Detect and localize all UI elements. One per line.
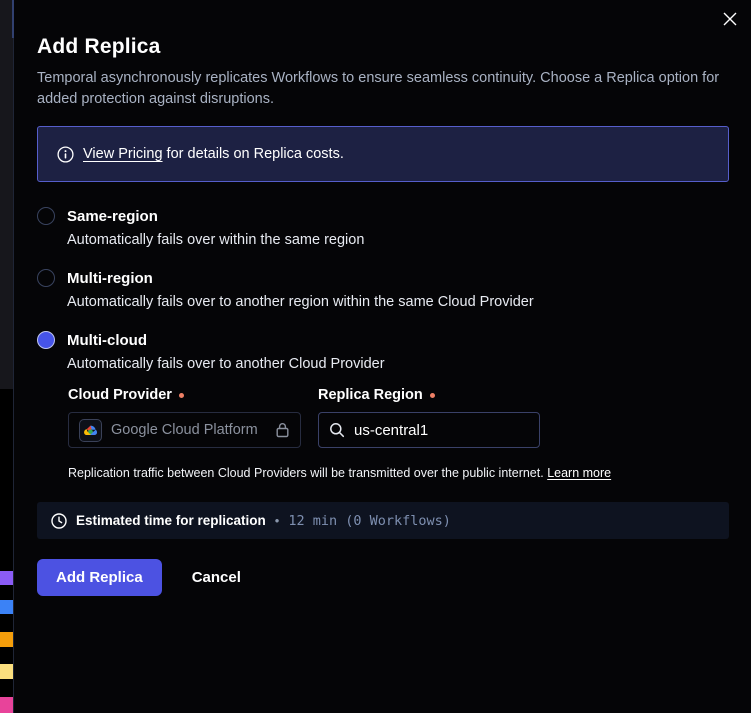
replica-region-input[interactable]: us-central1	[318, 412, 540, 448]
background-page-strip	[0, 0, 13, 713]
clock-icon	[51, 513, 67, 529]
pricing-info-banner: View Pricing for details on Replica cost…	[37, 126, 729, 182]
option-label: Same-region	[67, 208, 158, 225]
replica-region-value: us-central1	[354, 422, 428, 439]
option-label: Multi-region	[67, 270, 153, 287]
background-stripe-orange	[0, 632, 13, 647]
cloud-provider-field: Cloud Provider	[68, 387, 301, 448]
required-dot-icon	[179, 393, 184, 398]
option-multi-cloud-select[interactable]: Multi-cloud	[37, 331, 729, 349]
estimated-time-banner: Estimated time for replication • 12 min …	[37, 502, 729, 539]
field-label-text: Replica Region	[318, 387, 423, 403]
multi-cloud-form: Cloud Provider	[68, 387, 729, 448]
radio-unselected-icon[interactable]	[37, 207, 55, 225]
close-button[interactable]	[720, 9, 740, 29]
estimate-separator: •	[275, 513, 280, 528]
public-internet-note: Replication traffic between Cloud Provid…	[68, 466, 729, 480]
gcp-logo-icon	[79, 419, 102, 442]
replica-region-label: Replica Region	[318, 387, 540, 403]
note-text: Replication traffic between Cloud Provid…	[68, 466, 547, 480]
option-description: Automatically fails over to another Clou…	[67, 356, 729, 372]
required-dot-icon	[430, 393, 435, 398]
option-same-region: Same-region Automatically fails over wit…	[37, 207, 729, 248]
lock-icon	[275, 422, 290, 438]
replica-option-group: Same-region Automatically fails over wit…	[37, 207, 729, 480]
view-pricing-link[interactable]: View Pricing	[83, 146, 163, 162]
add-replica-modal: Add Replica Temporal asynchronously repl…	[14, 0, 751, 713]
pricing-banner-text: for details on Replica costs.	[163, 146, 344, 162]
option-label: Multi-cloud	[67, 332, 147, 349]
background-stripe-yellow	[0, 664, 13, 679]
option-description: Automatically fails over within the same…	[67, 232, 729, 248]
option-same-region-select[interactable]: Same-region	[37, 207, 729, 225]
modal-description: Temporal asynchronously replicates Workf…	[37, 68, 729, 110]
background-dimmed-panel	[0, 0, 13, 389]
cloud-provider-label: Cloud Provider	[68, 387, 301, 403]
cloud-provider-value: Google Cloud Platform	[111, 422, 258, 438]
radio-selected-icon[interactable]	[37, 331, 55, 349]
replica-region-field: Replica Region us-central1	[318, 387, 540, 448]
close-icon	[723, 12, 737, 26]
add-replica-button[interactable]: Add Replica	[37, 559, 162, 596]
estimate-label: Estimated time for replication	[76, 513, 266, 528]
page-title: Add Replica	[37, 35, 729, 59]
background-stripe-pink	[0, 697, 13, 713]
learn-more-link[interactable]: Learn more	[547, 466, 611, 480]
radio-unselected-icon[interactable]	[37, 269, 55, 287]
option-description: Automatically fails over to another regi…	[67, 294, 729, 310]
cancel-button[interactable]: Cancel	[192, 569, 241, 586]
info-icon	[57, 146, 74, 163]
search-icon	[329, 422, 345, 438]
background-stripe-blue	[0, 600, 13, 614]
background-stripe-purple	[0, 571, 13, 585]
option-multi-region: Multi-region Automatically fails over to…	[37, 269, 729, 310]
option-multi-region-select[interactable]: Multi-region	[37, 269, 729, 287]
modal-actions: Add Replica Cancel	[37, 559, 729, 596]
option-multi-cloud: Multi-cloud Automatically fails over to …	[37, 331, 729, 480]
estimate-value: 12 min (0 Workflows)	[288, 513, 451, 529]
field-label-text: Cloud Provider	[68, 387, 172, 403]
cloud-provider-select: Google Cloud Platform	[68, 412, 301, 448]
